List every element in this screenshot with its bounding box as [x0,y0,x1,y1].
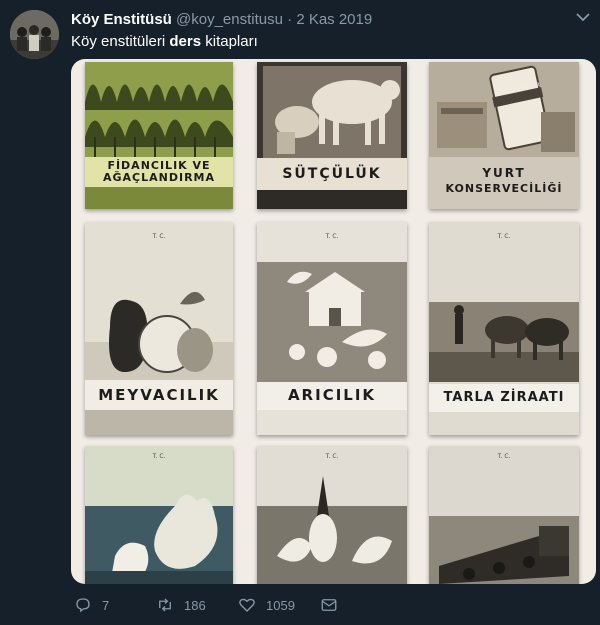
author-name[interactable]: Köy Enstitüsü [71,11,172,28]
book-cover: T. C. [257,446,407,584]
book-header: T. C. [325,233,339,240]
book-header: T. C. [152,453,166,460]
book-title: ARICILIK [287,386,377,404]
retweet-button[interactable]: 186 [156,596,206,614]
book-cover: KONSERVELER YURT KONSERVECİLİĞİ [429,62,579,209]
book-header: T. C. [497,453,511,460]
book-cover: FİDANCILIK VE AĞAÇLANDIRMA [85,62,233,209]
tweet-text-part: kitapları [201,33,258,50]
share-icon [321,599,337,611]
book-title: FİDANCILIK VE AĞAÇLANDIRMA [102,159,215,184]
book-title: TARLA ZİRAATI [443,390,565,405]
like-button[interactable]: 1059 [238,596,295,614]
avatar[interactable] [10,10,59,59]
book-title: YURT [482,166,526,180]
book-cover: T. C. TARLA ZİRAATI [429,222,579,435]
book-header: T. C. [325,453,339,460]
retweet-count: 186 [184,597,206,613]
caret-down-icon[interactable] [576,12,590,22]
tweet-text: Köy enstitüleri ders kitapları [71,33,258,50]
reply-icon [76,598,90,613]
book-cover: T. C. [85,446,233,584]
book-header: T. C. [152,233,166,240]
share-button[interactable] [320,596,348,614]
reply-button[interactable]: 7 [74,596,109,614]
book-cover: T. C. MEYVACILIK [85,222,233,435]
tweet-header: Köy Enstitüsü @koy_enstitusu · 2 Kas 201… [71,11,372,28]
author-handle[interactable]: @koy_enstitusu [176,11,283,28]
tweet-text-part: Köy enstitüleri [71,33,170,50]
reply-count: 7 [102,597,110,613]
separator: · [287,11,293,28]
like-icon [239,598,255,612]
tweet-date[interactable]: 2 Kas 2019 [296,11,372,28]
retweet-icon [159,598,171,612]
book-title: SÜTÇÜLÜK [282,166,382,182]
tweet-text-bold: ders [169,33,202,50]
book-title: MEYVACILIK [98,386,220,404]
book-cover: SÜTÇÜLÜK [257,62,407,209]
like-count: 1059 [266,597,295,613]
book-cover: T. C. [429,446,579,584]
tweet-actions: 7 186 1059 [71,596,371,618]
book-title: KONSERVECİLİĞİ [445,182,563,195]
book-cover: T. C. ARICILIK [257,222,407,435]
book-header: T. C. [497,233,511,240]
tweet-image[interactable]: FİDANCILIK VE AĞAÇLANDIRMA SÜTÇÜLÜK KONS… [71,59,596,584]
